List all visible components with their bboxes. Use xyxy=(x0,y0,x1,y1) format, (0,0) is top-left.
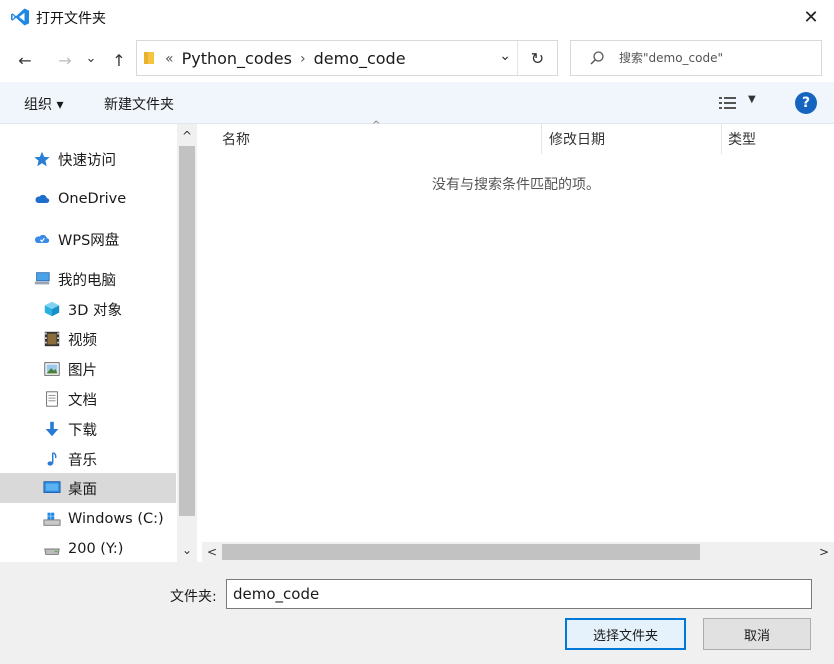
breadcrumb-overflow[interactable]: « xyxy=(165,51,174,67)
sidebar-item-label: 快速访问 xyxy=(58,152,116,169)
help-icon: ? xyxy=(801,95,811,111)
breadcrumb-item-python-codes[interactable]: Python_codes xyxy=(182,49,292,68)
sidebar-item-desktop[interactable]: 桌面 xyxy=(0,473,176,503)
title-bar: 打开文件夹 ✕ xyxy=(0,0,834,36)
search-icon xyxy=(590,51,604,65)
column-header-modified[interactable]: 修改日期 xyxy=(549,124,605,154)
sidebar-item-label: OneDrive xyxy=(58,191,127,207)
sidebar-item-label: 200 (Y:) xyxy=(68,541,124,557)
sidebar-item-quick-access[interactable]: 快速访问 xyxy=(32,144,116,174)
vscode-icon xyxy=(11,8,29,26)
cancel-button[interactable]: 取消 xyxy=(703,618,811,650)
cloud-icon xyxy=(32,189,52,209)
sidebar-item-label: 下载 xyxy=(68,422,97,439)
scroll-left-button[interactable]: < xyxy=(202,542,222,562)
computer-icon xyxy=(32,269,52,289)
close-icon: ✕ xyxy=(803,6,819,28)
help-button[interactable]: ? xyxy=(795,92,817,114)
navigation-pane-scrollbar[interactable]: ^ ⌄ xyxy=(177,124,197,562)
breadcrumb: « Python_codes › demo_code xyxy=(165,49,406,68)
film-icon xyxy=(42,329,62,349)
empty-message: 没有与搜索条件匹配的项。 xyxy=(432,177,600,193)
sidebar-item-3d-objects[interactable]: 3D 对象 xyxy=(42,294,122,324)
refresh-icon: ↻ xyxy=(530,48,545,68)
chevron-down-icon: ⌄ xyxy=(181,543,193,557)
view-dropdown-icon[interactable]: ▼ xyxy=(748,94,756,105)
search-box[interactable] xyxy=(570,40,822,76)
recent-locations-button[interactable]: ⌄ xyxy=(82,46,100,70)
window-title: 打开文件夹 xyxy=(36,11,106,27)
sidebar-item-label: 图片 xyxy=(68,362,97,379)
desktop-icon xyxy=(42,478,62,498)
sidebar-item-pictures[interactable]: 图片 xyxy=(42,354,97,384)
scroll-down-button[interactable]: ⌄ xyxy=(177,540,197,560)
wps-cloud-icon xyxy=(32,229,52,249)
navigation-pane: 快速访问 OneDrive WPS网盘 我的电脑 3D 对象 视频 图片 文档 … xyxy=(0,124,198,562)
sidebar-item-windows-c[interactable]: Windows (C:) xyxy=(42,504,164,534)
scrollbar-thumb[interactable] xyxy=(179,146,195,516)
organize-button[interactable]: 组织 ▾ xyxy=(24,94,63,114)
chevron-right-icon: > xyxy=(818,545,830,559)
scroll-right-button[interactable]: > xyxy=(814,542,834,562)
sort-ascending-icon: ^ xyxy=(372,120,381,131)
scroll-up-button[interactable]: ^ xyxy=(177,126,197,146)
select-folder-button[interactable]: 选择文件夹 xyxy=(565,618,686,650)
star-icon xyxy=(32,149,52,169)
sidebar-item-label: 视频 xyxy=(68,332,97,349)
sidebar-item-label: 我的电脑 xyxy=(58,272,116,289)
cube-icon xyxy=(42,299,62,319)
sidebar-item-this-pc[interactable]: 我的电脑 xyxy=(32,264,116,294)
command-bar: 组织 ▾ 新建文件夹 ▼ ? xyxy=(0,82,834,124)
sidebar-item-label: 桌面 xyxy=(68,481,97,498)
address-bar[interactable]: « Python_codes › demo_code ⌄ ↻ xyxy=(136,40,558,76)
picture-icon xyxy=(42,359,62,379)
column-divider[interactable] xyxy=(541,124,542,154)
search-input[interactable] xyxy=(619,49,809,67)
breadcrumb-item-demo-code[interactable]: demo_code xyxy=(314,49,406,68)
folder-icon xyxy=(144,52,154,64)
sidebar-item-downloads[interactable]: 下载 xyxy=(42,414,97,444)
sidebar-item-videos[interactable]: 视频 xyxy=(42,324,97,354)
navigation-bar: ← → ⌄ ↑ « Python_codes › demo_code ⌄ ↻ xyxy=(0,38,834,82)
folder-label: 文件夹: xyxy=(170,589,217,605)
scrollbar-thumb[interactable] xyxy=(222,544,700,560)
chevron-left-icon: < xyxy=(206,545,218,559)
sidebar-item-label: WPS网盘 xyxy=(58,232,120,249)
dialog-footer: 文件夹: 选择文件夹 取消 xyxy=(0,562,834,664)
download-arrow-icon xyxy=(42,419,62,439)
forward-button[interactable]: → xyxy=(52,48,78,72)
back-arrow-icon: ← xyxy=(18,50,32,70)
document-icon xyxy=(42,389,62,409)
file-list: ^ 名称 修改日期 类型 没有与搜索条件匹配的项。 < > xyxy=(198,120,834,562)
sidebar-item-documents[interactable]: 文档 xyxy=(42,384,97,414)
refresh-button[interactable]: ↻ xyxy=(517,41,557,75)
file-list-horizontal-scrollbar[interactable]: < > xyxy=(202,542,834,562)
drive-icon xyxy=(42,539,62,559)
breadcrumb-separator-icon[interactable]: › xyxy=(300,51,306,67)
sidebar-item-onedrive[interactable]: OneDrive xyxy=(32,184,126,214)
view-details-icon[interactable] xyxy=(718,95,738,111)
sidebar-item-wps-cloud[interactable]: WPS网盘 xyxy=(32,224,119,254)
up-button[interactable]: ↑ xyxy=(106,48,132,72)
folder-name-input[interactable] xyxy=(226,579,812,609)
music-note-icon xyxy=(42,449,62,469)
chevron-up-icon: ^ xyxy=(181,129,193,143)
back-button[interactable]: ← xyxy=(12,48,38,72)
forward-arrow-icon: → xyxy=(58,50,72,70)
column-header-type[interactable]: 类型 xyxy=(728,124,756,154)
chevron-down-icon: ⌄ xyxy=(85,50,97,66)
close-button[interactable]: ✕ xyxy=(788,0,834,34)
address-dropdown-icon[interactable]: ⌄ xyxy=(499,48,511,64)
up-arrow-icon: ↑ xyxy=(112,50,126,70)
new-folder-button[interactable]: 新建文件夹 xyxy=(104,94,174,114)
sidebar-item-label: 3D 对象 xyxy=(68,302,122,319)
sidebar-item-drive-y[interactable]: 200 (Y:) xyxy=(42,534,123,564)
sidebar-item-music[interactable]: 音乐 xyxy=(42,444,97,474)
windows-drive-icon xyxy=(42,509,62,529)
sidebar-item-label: 音乐 xyxy=(68,452,97,469)
sidebar-item-label: 文档 xyxy=(68,392,97,409)
column-header-name[interactable]: 名称 xyxy=(222,124,250,154)
sidebar-item-label: Windows (C:) xyxy=(68,511,164,527)
column-divider[interactable] xyxy=(721,124,722,154)
